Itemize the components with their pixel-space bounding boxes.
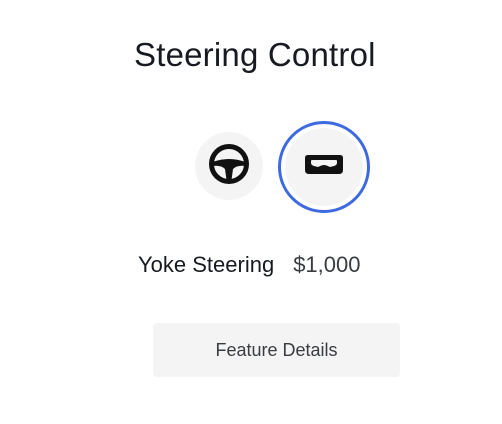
yoke-option[interactable] bbox=[278, 121, 370, 213]
selected-option-summary: Yoke Steering $1,000 bbox=[138, 252, 360, 278]
yoke-icon bbox=[304, 153, 344, 182]
option-price: $1,000 bbox=[293, 252, 361, 277]
section-title: Steering Control bbox=[134, 36, 376, 73]
option-name: Yoke Steering bbox=[138, 252, 275, 277]
steering-wheel-option[interactable] bbox=[195, 132, 263, 200]
steering-wheel-icon bbox=[208, 143, 250, 190]
feature-details-button[interactable]: Feature Details bbox=[153, 323, 400, 377]
yoke-option-inner bbox=[285, 128, 363, 206]
